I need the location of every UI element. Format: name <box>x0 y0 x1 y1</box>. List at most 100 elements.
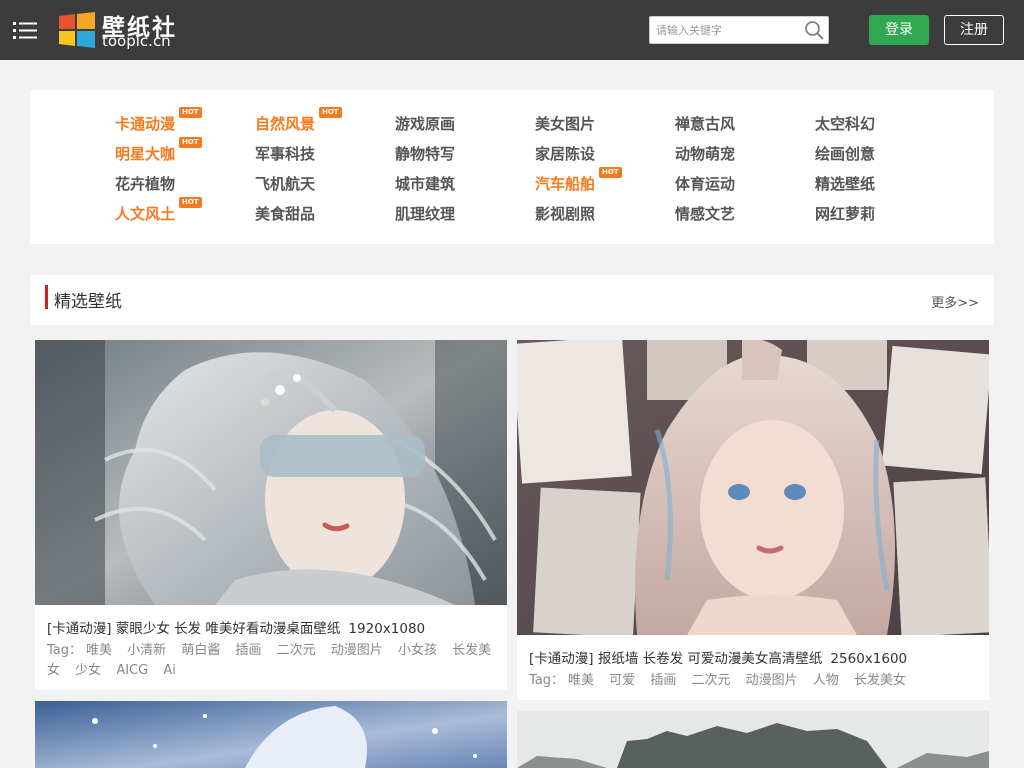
category-link[interactable]: 城市建筑 <box>395 174 455 194</box>
category-label: 绘画创意 <box>815 145 876 163</box>
wallpaper-title[interactable]: [卡通动漫] 蒙眼少女 长发 唯美好看动漫桌面壁纸 1920x1080 <box>47 617 425 637</box>
category-label: 太空科幻 <box>815 115 876 133</box>
category-label: 游戏原画 <box>395 115 456 133</box>
search-box <box>649 16 829 44</box>
category-label: 精选壁纸 <box>815 175 876 193</box>
tag-link[interactable]: 二次元 <box>691 673 730 688</box>
site-logo[interactable]: 壁纸社 toopic.cn <box>58 10 182 50</box>
category-label: 情感文艺 <box>675 205 736 223</box>
category-link[interactable]: 动物萌宠 <box>675 144 735 164</box>
tag-link[interactable]: 插画 <box>235 643 261 658</box>
wallpaper-title-text: [卡通动漫] 报纸墙 长卷发 可爱动漫美女高清壁纸 <box>529 651 823 667</box>
wallpaper-tags: Tag： 唯美 小清新 萌白酱 插画 二次元 动漫图片 小女孩 长发美女 少女 A… <box>47 641 497 681</box>
logo-text-en: toopic.cn <box>102 32 171 50</box>
category-link[interactable]: 情感文艺 <box>675 204 735 224</box>
wallpaper-title-text: [卡通动漫] 蒙眼少女 长发 唯美好看动漫桌面壁纸 <box>47 621 341 637</box>
category-link[interactable]: 家居陈设 <box>535 144 595 164</box>
top-header: 壁纸社 toopic.cn 登录 注册 <box>0 0 1024 60</box>
wallpaper-title[interactable]: [卡通动漫] 报纸墙 长卷发 可爱动漫美女高清壁纸 2560x1600 <box>529 647 907 667</box>
category-link[interactable]: 绘画创意 <box>815 144 875 164</box>
tag-link[interactable]: 长发美女 <box>854 673 906 688</box>
category-label: 军事科技 <box>255 145 316 163</box>
category-link[interactable]: 美女图片 <box>535 114 595 134</box>
category-label: 汽车船舶 <box>535 175 596 193</box>
category-link[interactable]: 人文风土 HOT <box>115 197 202 224</box>
category-label: 肌理纹理 <box>395 205 456 223</box>
tag-link[interactable]: 萌白酱 <box>181 643 220 658</box>
tag-link[interactable]: 小女孩 <box>398 643 437 658</box>
category-link[interactable]: 网红萝莉 <box>815 204 875 224</box>
wallpaper-card <box>517 711 989 768</box>
category-label: 影视剧照 <box>535 205 596 223</box>
category-label: 自然风景 <box>255 115 316 133</box>
tag-link[interactable]: 人物 <box>813 673 839 688</box>
tag-link[interactable]: 唯美 <box>86 643 112 658</box>
category-link[interactable]: 飞机航天 <box>255 174 315 194</box>
category-link[interactable]: 卡通动漫 HOT <box>115 107 202 134</box>
category-label: 人文风土 <box>115 205 176 223</box>
featured-section-header: 精选壁纸 更多>> <box>30 275 994 325</box>
category-label: 飞机航天 <box>255 175 316 193</box>
category-link[interactable]: 游戏原画 <box>395 114 455 134</box>
hot-badge: HOT <box>179 137 202 148</box>
hot-badge: HOT <box>179 107 202 118</box>
category-label: 网红萝莉 <box>815 205 876 223</box>
search-input[interactable] <box>650 17 800 43</box>
wallpaper-thumbnail[interactable] <box>35 340 507 605</box>
tag-link[interactable]: 插画 <box>650 673 676 688</box>
category-label: 花卉植物 <box>115 175 176 193</box>
wallpaper-resolution: 2560x1600 <box>830 651 908 667</box>
register-button[interactable]: 注册 <box>944 15 1004 45</box>
category-label: 卡通动漫 <box>115 115 176 133</box>
wallpaper-thumbnail[interactable] <box>517 340 989 635</box>
windows-logo-icon <box>58 12 96 48</box>
category-label: 动物萌宠 <box>675 145 736 163</box>
tag-link[interactable]: 唯美 <box>568 673 594 688</box>
tag-link[interactable]: 少女 <box>75 663 101 678</box>
more-link[interactable]: 更多>> <box>931 292 979 311</box>
category-label: 美食甜品 <box>255 205 316 223</box>
login-button[interactable]: 登录 <box>869 15 929 45</box>
category-link[interactable]: 自然风景 HOT <box>255 107 342 134</box>
tag-link[interactable]: AICG <box>116 663 148 678</box>
category-label: 禅意古风 <box>675 115 736 133</box>
category-link[interactable]: 禅意古风 <box>675 114 735 134</box>
tag-prefix-label: Tag： <box>529 673 565 688</box>
category-link[interactable]: 军事科技 <box>255 144 315 164</box>
section-title: 精选壁纸 <box>54 292 122 312</box>
category-label: 美女图片 <box>535 115 596 133</box>
category-link[interactable]: 影视剧照 <box>535 204 595 224</box>
category-link[interactable]: 美食甜品 <box>255 204 315 224</box>
category-link[interactable]: 体育运动 <box>675 174 735 194</box>
category-link[interactable]: 明星大咖 HOT <box>115 137 202 164</box>
category-link[interactable]: 汽车船舶 HOT <box>535 167 622 194</box>
category-link[interactable]: 静物特写 <box>395 144 455 164</box>
category-panel: 卡通动漫 HOT 自然风景 HOT 游戏原画 美女图片 禅意古风 太空科幻 明星大咖 HOT 军事科… <box>30 90 994 244</box>
wallpaper-card <box>35 701 507 768</box>
tag-link[interactable]: 小清新 <box>127 643 166 658</box>
tag-link[interactable]: 可爱 <box>609 673 635 688</box>
menu-icon[interactable] <box>12 19 38 41</box>
tag-link[interactable]: Ai <box>163 663 176 678</box>
category-label: 明星大咖 <box>115 145 176 163</box>
category-label: 家居陈设 <box>535 145 596 163</box>
wallpaper-card: [卡通动漫] 蒙眼少女 长发 唯美好看动漫桌面壁纸 1920x1080 Tag：唯… <box>35 340 507 690</box>
category-label: 静物特写 <box>395 145 456 163</box>
tag-link[interactable]: 动漫图片 <box>746 673 798 688</box>
search-icon[interactable] <box>804 20 824 40</box>
wallpaper-thumbnail[interactable] <box>517 711 989 768</box>
wallpaper-card: [卡通动漫] 报纸墙 长卷发 可爱动漫美女高清壁纸 2560x1600 Tag：唯… <box>517 340 989 700</box>
wallpaper-thumbnail[interactable] <box>35 701 507 768</box>
wallpaper-resolution: 1920x1080 <box>348 621 426 637</box>
tag-prefix-label: Tag： <box>47 643 83 658</box>
category-link[interactable]: 太空科幻 <box>815 114 875 134</box>
tag-link[interactable]: 动漫图片 <box>331 643 383 658</box>
category-label: 体育运动 <box>675 175 736 193</box>
category-link[interactable]: 花卉植物 <box>115 174 175 194</box>
category-link[interactable]: 精选壁纸 <box>815 174 875 194</box>
category-label: 城市建筑 <box>395 175 456 193</box>
hot-badge: HOT <box>179 197 202 208</box>
category-link[interactable]: 肌理纹理 <box>395 204 455 224</box>
hot-badge: HOT <box>599 167 622 178</box>
tag-link[interactable]: 二次元 <box>277 643 316 658</box>
